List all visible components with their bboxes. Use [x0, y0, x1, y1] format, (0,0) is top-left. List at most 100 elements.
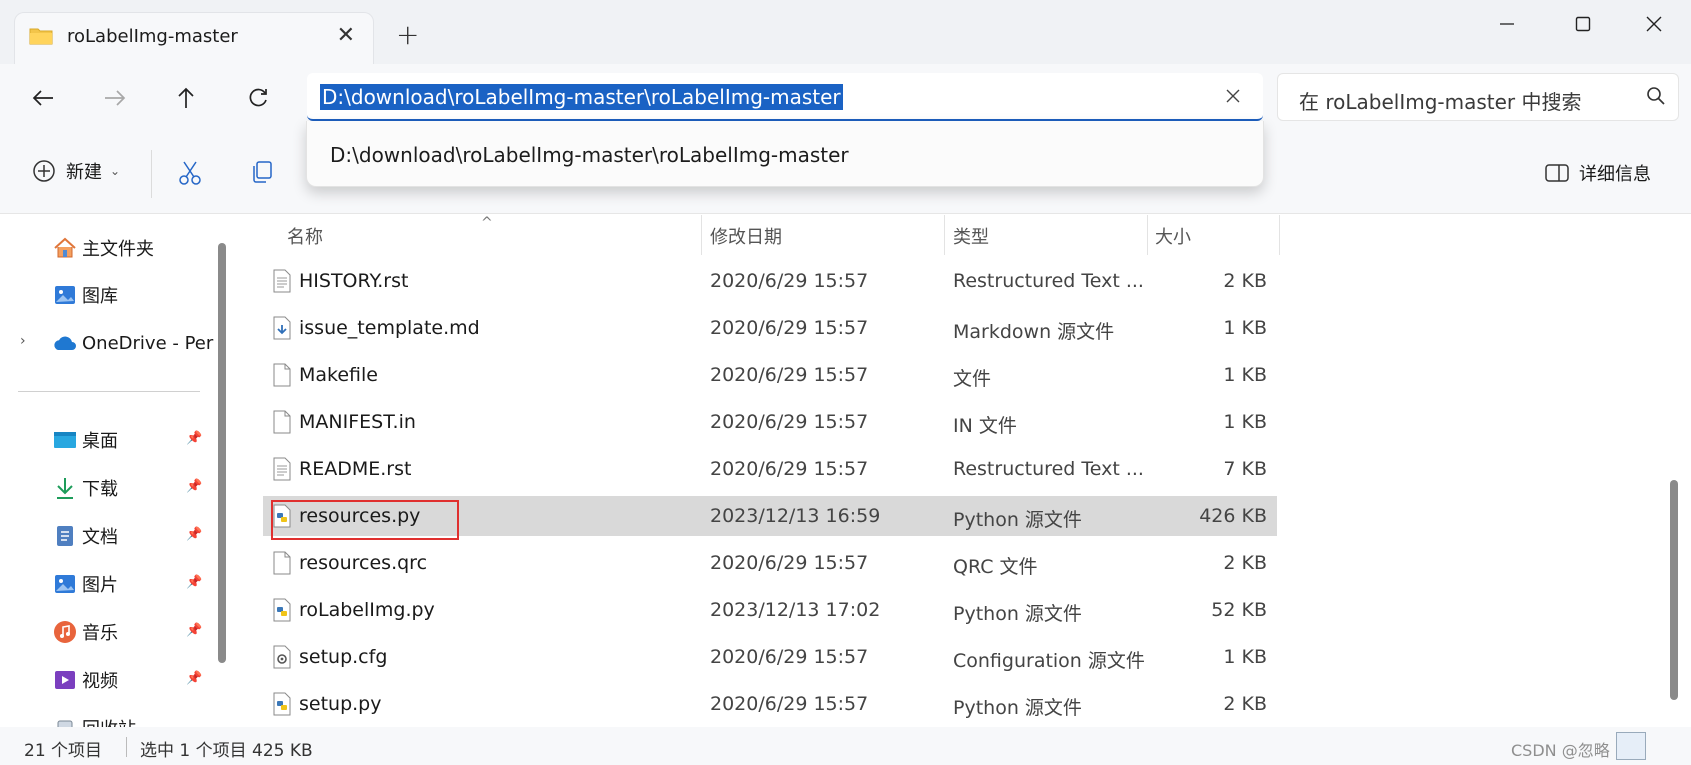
sidebar-item-label: OneDrive - Per [82, 332, 214, 354]
sidebar-item-desktop[interactable]: 桌面 [52, 427, 118, 453]
minimize-icon [1500, 23, 1514, 25]
file-modified-date: 2023/12/13 16:59 [710, 505, 881, 527]
sidebar-item-videos[interactable]: 视频 [52, 667, 118, 693]
file-row[interactable]: HISTORY.rst 2020/6/29 15:57 Restructured T… [263, 261, 1277, 301]
blank-file-icon [273, 551, 291, 575]
address-suggestion-item[interactable]: D:\download\roLabelImg-master\roLabelImg… [330, 143, 849, 167]
pin-icon[interactable]: 📌 [186, 479, 202, 494]
sidebar-item-label: 主文件夹 [82, 239, 154, 260]
column-header-type[interactable]: 类型 [953, 223, 989, 249]
tab-active[interactable]: roLabelImg-master ✕ [14, 12, 374, 64]
file-size: 1 KB [1223, 411, 1267, 433]
file-row[interactable]: Makefile 2020/6/29 15:57 文件 1 KB [263, 355, 1277, 395]
search-box[interactable]: 在 roLabelImg-master 中搜索 [1277, 73, 1679, 121]
address-bar[interactable]: D:\download\roLabelImg-master\roLabelImg… [307, 73, 1263, 121]
column-divider[interactable] [944, 215, 945, 255]
file-size: 2 KB [1223, 693, 1267, 715]
sidebar-item-home[interactable]: 主文件夹 [52, 235, 154, 261]
sidebar-scrollbar[interactable] [218, 243, 226, 663]
cut-icon[interactable] [178, 160, 202, 186]
status-bar: 21 个项目 选中 1 个项目 425 KB CSDN @忽略 [0, 727, 1691, 765]
file-type: QRC 文件 [953, 556, 1038, 578]
pin-icon[interactable]: 📌 [186, 575, 202, 590]
up-button[interactable] [166, 78, 206, 118]
refresh-icon [249, 88, 267, 107]
minimize-button[interactable] [1480, 6, 1534, 42]
text-file-icon [273, 269, 291, 293]
python-file-icon [273, 598, 291, 622]
sidebar-item-music[interactable]: 音乐 [52, 619, 118, 645]
pin-icon[interactable]: 📌 [186, 527, 202, 542]
file-name: HISTORY.rst [299, 270, 409, 292]
file-name: resources.qrc [299, 552, 428, 574]
blank-file-icon [273, 363, 291, 387]
sidebar-item-recycle-bin[interactable]: 回收站 [52, 715, 136, 727]
sidebar-item-onedrive[interactable]: OneDrive - Per [52, 330, 213, 356]
python-file-icon [273, 692, 291, 716]
config-file-icon [273, 645, 291, 669]
column-header-modified[interactable]: 修改日期 [710, 223, 782, 249]
sidebar-item-label: 桌面 [82, 431, 118, 452]
music-icon [54, 621, 76, 643]
sidebar-item-label: 回收站 [82, 715, 136, 727]
tab-close-icon[interactable]: ✕ [337, 23, 355, 48]
file-modified-date: 2020/6/29 15:57 [710, 411, 869, 433]
forward-button[interactable] [95, 78, 135, 118]
file-type: Python 源文件 [953, 603, 1082, 625]
search-input[interactable]: 在 roLabelImg-master 中搜索 [1299, 86, 1582, 115]
pin-icon[interactable]: 📌 [186, 431, 202, 446]
column-header-name[interactable]: 名称 [287, 223, 323, 249]
desktop-icon [54, 432, 76, 448]
sidebar-item-documents[interactable]: 文档 [52, 523, 118, 549]
pin-icon[interactable]: 📌 [186, 671, 202, 686]
clear-address-button[interactable] [1215, 80, 1251, 112]
file-type: Configuration 源文件 [953, 650, 1145, 672]
file-row[interactable]: resources.qrc 2020/6/29 15:57 QRC 文件 2 KB [263, 543, 1277, 583]
column-divider[interactable] [1279, 215, 1280, 255]
close-window-button[interactable] [1627, 6, 1681, 42]
sidebar-item-label: 音乐 [82, 623, 118, 644]
file-row[interactable]: setup.py 2020/6/29 15:57 Python 源文件 2 KB [263, 684, 1277, 724]
details-pane-button[interactable]: 详细信息 [1545, 160, 1651, 186]
refresh-button[interactable] [238, 78, 278, 118]
file-modified-date: 2020/6/29 15:57 [710, 646, 869, 668]
file-row[interactable]: issue_template.md 2020/6/29 15:57 Markdown… [263, 308, 1277, 348]
column-divider[interactable] [1147, 215, 1148, 255]
maximize-button[interactable] [1556, 6, 1610, 42]
title-bar: roLabelImg-master ✕ + [0, 0, 1691, 64]
address-text[interactable]: D:\download\roLabelImg-master\roLabelImg… [320, 84, 843, 110]
copy-icon[interactable] [250, 160, 274, 184]
file-modified-date: 2020/6/29 15:57 [710, 317, 869, 339]
sidebar-item-pictures[interactable]: 图片 [52, 571, 118, 597]
maximize-icon [1575, 16, 1591, 32]
expand-chevron-icon[interactable]: › [20, 333, 26, 349]
column-divider[interactable] [701, 215, 702, 255]
file-modified-date: 2023/12/13 17:02 [710, 599, 881, 621]
file-name: roLabelImg.py [299, 599, 435, 621]
file-type: 文件 [953, 368, 992, 390]
pin-icon[interactable]: 📌 [186, 623, 202, 638]
file-size: 2 KB [1223, 270, 1267, 292]
file-row[interactable]: roLabelImg.py 2023/12/13 17:02 Python 源文件 5… [263, 590, 1277, 630]
sidebar-item-downloads[interactable]: 下载 [52, 475, 118, 501]
onedrive-icon [54, 336, 76, 350]
sidebar-item-label: 视频 [82, 671, 118, 692]
file-name: README.rst [299, 458, 412, 480]
plus-circle-icon [33, 160, 55, 182]
documents-icon [57, 526, 73, 546]
new-button[interactable]: 新建 ⌄ [32, 158, 120, 184]
details-view-button[interactable] [1616, 732, 1646, 760]
back-button[interactable] [23, 78, 63, 118]
column-header-size[interactable]: 大小 [1155, 223, 1191, 249]
close-icon [1646, 16, 1662, 32]
file-list-scrollbar[interactable] [1670, 480, 1678, 700]
highlight-box [271, 500, 459, 540]
sidebar-item-gallery[interactable]: 图库 [52, 282, 118, 308]
new-tab-button[interactable]: + [396, 18, 419, 51]
address-suggestions: D:\download\roLabelImg-master\roLabelImg… [306, 121, 1264, 187]
arrow-up-icon [178, 87, 194, 108]
file-row[interactable]: setup.cfg 2020/6/29 15:57 Configuration 源文… [263, 637, 1277, 677]
recycle-bin-icon [57, 720, 73, 727]
file-row[interactable]: MANIFEST.in 2020/6/29 15:57 IN 文件 1 KB [263, 402, 1277, 442]
file-row[interactable]: README.rst 2020/6/29 15:57 Restructured Te… [263, 449, 1277, 489]
